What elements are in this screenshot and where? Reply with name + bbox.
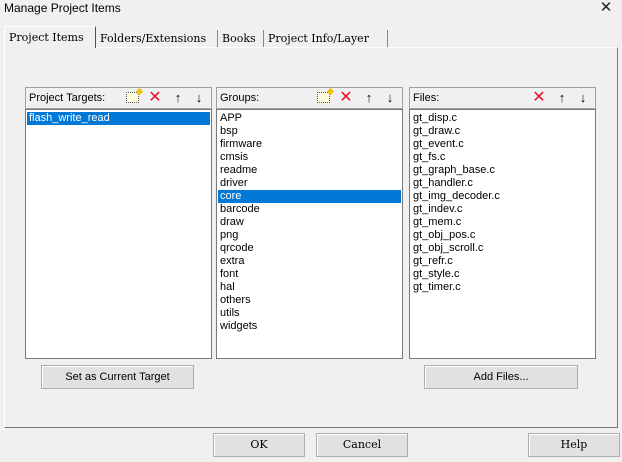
list-item[interactable]: readme bbox=[218, 164, 401, 177]
list-item[interactable]: cmsis bbox=[218, 151, 401, 164]
tab-project-items[interactable]: Project Items bbox=[4, 26, 96, 48]
files-header: Files: ✕ ↑ ↓ bbox=[409, 87, 596, 109]
new-group-button[interactable] bbox=[315, 90, 331, 106]
window-title: Manage Project Items bbox=[4, 1, 121, 15]
tab-project-info-layer[interactable]: Project Info/Layer bbox=[264, 30, 388, 48]
groups-header: Groups: ✕ ↑ ↓ bbox=[216, 87, 403, 109]
groups-label: Groups: bbox=[220, 92, 260, 104]
tab-books[interactable]: Books bbox=[218, 30, 264, 48]
move-up-file-button[interactable]: ↑ bbox=[554, 90, 570, 106]
help-button[interactable]: Help bbox=[528, 433, 620, 457]
add-files-button[interactable]: Add Files... bbox=[424, 365, 578, 389]
list-item[interactable]: gt_handler.c bbox=[411, 177, 594, 190]
move-down-group-button[interactable]: ↓ bbox=[382, 90, 398, 106]
list-item[interactable]: firmware bbox=[218, 138, 401, 151]
move-up-group-button[interactable]: ↑ bbox=[361, 90, 377, 106]
list-item[interactable]: font bbox=[218, 268, 401, 281]
targets-label: Project Targets: bbox=[29, 92, 106, 104]
list-item[interactable]: gt_mem.c bbox=[411, 216, 594, 229]
list-item[interactable]: gt_obj_pos.c bbox=[411, 229, 594, 242]
list-item[interactable]: qrcode bbox=[218, 242, 401, 255]
targets-header: Project Targets: ✕ ↑ ↓ bbox=[25, 87, 212, 109]
list-item[interactable]: gt_event.c bbox=[411, 138, 594, 151]
list-item[interactable]: png bbox=[218, 229, 401, 242]
list-item[interactable]: extra bbox=[218, 255, 401, 268]
list-item[interactable]: gt_timer.c bbox=[411, 281, 594, 294]
delete-group-button[interactable]: ✕ bbox=[338, 90, 354, 106]
new-item-icon bbox=[125, 92, 139, 103]
title-bar: Manage Project Items ✕ bbox=[0, 0, 622, 18]
groups-list[interactable]: APP bsp firmware cmsis readme driver core barco… bbox=[216, 109, 403, 359]
list-item[interactable]: gt_fs.c bbox=[411, 151, 594, 164]
list-item[interactable]: barcode bbox=[218, 203, 401, 216]
files-label: Files: bbox=[413, 92, 440, 104]
list-item[interactable]: APP bbox=[218, 112, 401, 125]
move-down-file-button[interactable]: ↓ bbox=[575, 90, 591, 106]
files-list[interactable]: gt_disp.c gt_draw.c gt_event.c gt_fs.c gt_gr… bbox=[409, 109, 596, 359]
list-item[interactable]: gt_indev.c bbox=[411, 203, 594, 216]
list-item[interactable]: gt_refr.c bbox=[411, 255, 594, 268]
list-item[interactable]: gt_style.c bbox=[411, 268, 594, 281]
list-item[interactable]: hal bbox=[218, 281, 401, 294]
move-up-target-button[interactable]: ↑ bbox=[170, 90, 186, 106]
list-item[interactable]: gt_obj_scroll.c bbox=[411, 242, 594, 255]
new-item-icon bbox=[316, 92, 330, 103]
list-item[interactable]: utils bbox=[218, 307, 401, 320]
list-item[interactable]: gt_disp.c bbox=[411, 112, 594, 125]
new-target-button[interactable] bbox=[124, 90, 140, 106]
ok-button[interactable]: OK bbox=[213, 433, 305, 457]
targets-list[interactable]: flash_write_read bbox=[25, 109, 212, 359]
delete-target-button[interactable]: ✕ bbox=[147, 90, 163, 106]
list-item[interactable]: gt_draw.c bbox=[411, 125, 594, 138]
list-item[interactable]: widgets bbox=[218, 320, 401, 333]
move-down-target-button[interactable]: ↓ bbox=[191, 90, 207, 106]
close-button[interactable]: ✕ bbox=[596, 0, 616, 17]
list-item[interactable]: gt_graph_base.c bbox=[411, 164, 594, 177]
set-current-target-button[interactable]: Set as Current Target bbox=[41, 365, 194, 389]
list-item[interactable]: bsp bbox=[218, 125, 401, 138]
list-item[interactable]: gt_img_decoder.c bbox=[411, 190, 594, 203]
list-item[interactable]: draw bbox=[218, 216, 401, 229]
delete-file-button[interactable]: ✕ bbox=[531, 90, 547, 106]
list-item[interactable]: flash_write_read bbox=[27, 112, 210, 125]
cancel-button[interactable]: Cancel bbox=[316, 433, 408, 457]
tab-folders-extensions[interactable]: Folders/Extensions bbox=[96, 30, 218, 48]
list-item[interactable]: core bbox=[218, 190, 401, 203]
list-item[interactable]: driver bbox=[218, 177, 401, 190]
list-item[interactable]: others bbox=[218, 294, 401, 307]
